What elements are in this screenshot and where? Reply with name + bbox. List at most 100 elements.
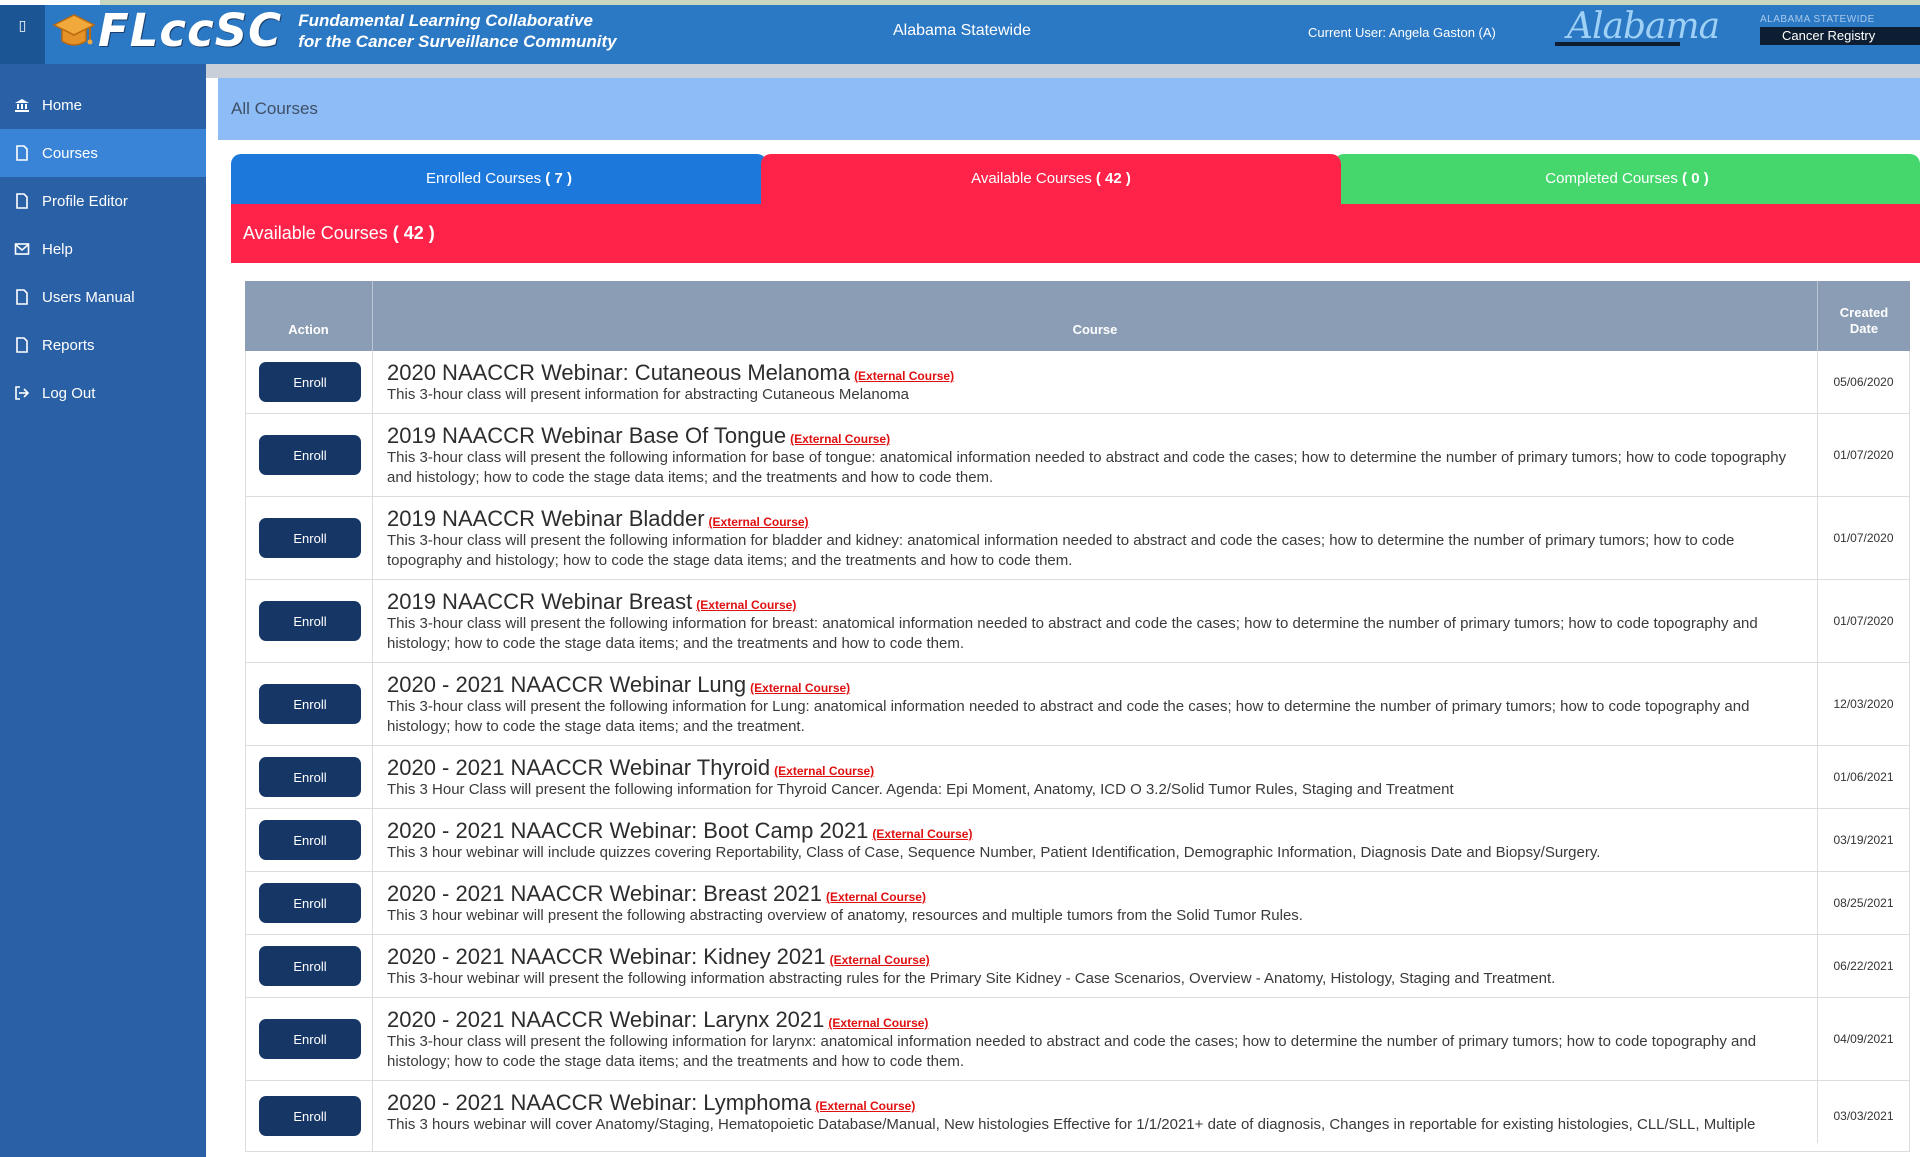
envelope-icon — [14, 243, 30, 255]
course-description: This 3-hour class will present the follo… — [387, 1033, 1757, 1070]
course-title: 2019 NAACCR Webinar Breast — [387, 589, 693, 614]
sidebar-item-label: Courses — [42, 144, 98, 162]
course-title: 2020 - 2021 NAACCR Webinar: Breast 2021 — [387, 881, 822, 906]
course-title: 2020 - 2021 NAACCR Webinar: Larynx 2021 — [387, 1007, 825, 1032]
bank-icon — [15, 99, 29, 112]
external-course-link[interactable]: (External Course) — [696, 598, 796, 612]
action-cell: Enroll — [245, 998, 373, 1080]
brand-name: FLccSC — [98, 4, 283, 57]
section-title: Available Courses ( 42 ) — [231, 204, 1920, 263]
course-cell: 2020 - 2021 NAACCR Webinar Lung (External… — [373, 663, 1818, 745]
enroll-button[interactable]: Enroll — [259, 757, 361, 797]
sidebar-item-profile-editor[interactable]: Profile Editor — [0, 177, 206, 225]
external-course-link[interactable]: (External Course) — [815, 1099, 915, 1113]
sidebar-item-reports[interactable]: Reports — [0, 321, 206, 369]
course-cell: 2019 NAACCR Webinar Base Of Tongue (Exter… — [373, 414, 1818, 496]
created-date: 12/03/2020 — [1818, 663, 1910, 745]
created-date: 01/07/2020 — [1818, 580, 1910, 662]
external-course-link[interactable]: (External Course) — [790, 432, 890, 446]
created-date: 04/09/2021 — [1818, 998, 1910, 1080]
tab-completed-courses[interactable]: Completed Courses ( 0 ) — [1334, 154, 1920, 204]
created-date: 01/07/2020 — [1818, 414, 1910, 496]
course-description: This 3-hour class will present the follo… — [387, 698, 1750, 735]
tab-available-courses[interactable]: Available Courses ( 42 ) — [761, 154, 1341, 204]
table-row: Enroll 2020 - 2021 NAACCR Webinar Thyroid… — [245, 746, 1910, 809]
created-date: 08/25/2021 — [1818, 872, 1910, 934]
external-course-link[interactable]: (External Course) — [872, 827, 972, 841]
menu-toggle-button[interactable]: ▯ — [0, 5, 45, 64]
course-cell: 2020 - 2021 NAACCR Webinar: Larynx 2021(… — [373, 998, 1818, 1080]
action-cell: Enroll — [245, 663, 373, 745]
sidebar-item-help[interactable]: Help — [0, 225, 206, 273]
site-logo[interactable]: FLccSC Fundamental Learning Collaborativ… — [52, 6, 617, 56]
column-header-created-date[interactable]: Created Date — [1818, 281, 1910, 351]
course-cell: 2020 - 2021 NAACCR Webinar: Boot Camp 20… — [373, 809, 1818, 871]
breadcrumb: All Courses — [218, 78, 1920, 140]
registry-logo: ALABAMA STATEWIDE Cancer Registry — [1760, 14, 1920, 45]
enroll-button[interactable]: Enroll — [259, 883, 361, 923]
column-header-action[interactable]: Action — [245, 281, 373, 351]
external-course-link[interactable]: (External Course) — [828, 1016, 928, 1030]
tab-enrolled-courses[interactable]: Enrolled Courses ( 7 ) — [231, 154, 767, 204]
action-cell: Enroll — [245, 351, 373, 413]
column-header-course[interactable]: Course — [373, 281, 1818, 351]
alabama-logo: Alabama — [1555, 6, 1720, 56]
external-course-link[interactable]: (External Course) — [774, 764, 874, 778]
table-row: Enroll 2020 NAACCR Webinar: Cutaneous Mel… — [245, 351, 1910, 414]
file-icon — [16, 145, 28, 161]
table-row: Enroll 2020 - 2021 NAACCR Webinar: Boot C… — [245, 809, 1910, 872]
course-cell: 2020 - 2021 NAACCR Webinar: Kidney 2021 (… — [373, 935, 1818, 997]
course-cell: 2020 NAACCR Webinar: Cutaneous Melanoma(… — [373, 351, 1818, 413]
sidebar-item-label: Log Out — [42, 384, 96, 402]
enroll-button[interactable]: Enroll — [259, 946, 361, 986]
sidebar-item-label: Help — [42, 240, 73, 258]
course-description: This 3 Hour Class will present the follo… — [387, 781, 1454, 798]
sidebar-item-home[interactable]: Home — [0, 81, 206, 129]
course-title: 2020 - 2021 NAACCR Webinar: Lymphoma — [387, 1090, 812, 1115]
sidebar-item-label: Reports — [42, 336, 95, 354]
main-content: All Courses Enrolled Courses ( 7 ) Compl… — [206, 64, 1920, 1157]
enroll-button[interactable]: Enroll — [259, 684, 361, 724]
external-course-link[interactable]: (External Course) — [826, 890, 926, 904]
course-description: This 3 hour webinar will include quizzes… — [387, 844, 1601, 861]
course-title: 2020 - 2021 NAACCR Webinar: Kidney 2021 — [387, 944, 826, 969]
course-cell: 2020 - 2021 NAACCR Webinar: Lymphoma (Ext… — [373, 1081, 1818, 1143]
external-course-link[interactable]: (External Course) — [709, 515, 809, 529]
sidebar-item-users-manual[interactable]: Users Manual — [0, 273, 206, 321]
created-date: 05/06/2020 — [1818, 351, 1910, 413]
menu-icon: ▯ — [18, 17, 27, 33]
course-title: 2019 NAACCR Webinar Bladder — [387, 506, 705, 531]
action-cell: Enroll — [245, 1081, 373, 1151]
enroll-button[interactable]: Enroll — [259, 518, 361, 558]
course-description: This 3-hour class will present the follo… — [387, 449, 1787, 486]
enroll-button[interactable]: Enroll — [259, 1019, 361, 1059]
sidebar-item-log-out[interactable]: Log Out — [0, 369, 206, 417]
table-row: Enroll 2019 NAACCR Webinar Breast (Externa… — [245, 580, 1910, 663]
created-date: 01/06/2021 — [1818, 746, 1910, 808]
enroll-button[interactable]: Enroll — [259, 601, 361, 641]
sidebar-item-courses[interactable]: Courses — [0, 129, 206, 177]
course-cell: 2020 - 2021 NAACCR Webinar: Breast 2021 (… — [373, 872, 1818, 934]
external-course-link[interactable]: (External Course) — [830, 953, 930, 967]
table-row: Enroll 2020 - 2021 NAACCR Webinar: Breast… — [245, 872, 1910, 935]
sidebar-item-label: Users Manual — [42, 288, 135, 306]
external-course-link[interactable]: (External Course) — [750, 681, 850, 695]
sidebar-item-label: Profile Editor — [42, 192, 128, 210]
external-course-link[interactable]: (External Course) — [854, 369, 954, 383]
course-title: 2020 NAACCR Webinar: Cutaneous Melanoma — [387, 360, 851, 385]
sign-out-icon — [15, 386, 30, 400]
enroll-button[interactable]: Enroll — [259, 1096, 361, 1136]
enroll-button[interactable]: Enroll — [259, 435, 361, 475]
enroll-button[interactable]: Enroll — [259, 362, 361, 402]
course-cell: 2019 NAACCR Webinar Breast (External Cour… — [373, 580, 1818, 662]
action-cell: Enroll — [245, 580, 373, 662]
content-top-bar — [206, 64, 1920, 78]
file-icon — [16, 289, 28, 305]
action-cell: Enroll — [245, 809, 373, 871]
course-description: This 3 hours webinar will cover Anatomy/… — [387, 1116, 1756, 1133]
top-header: ▯ FLccSC Fundamental Learning Collaborat… — [0, 0, 1920, 64]
enroll-button[interactable]: Enroll — [259, 820, 361, 860]
top-strip — [0, 0, 1920, 5]
table-row: Enroll 2020 - 2021 NAACCR Webinar: Kidney… — [245, 935, 1910, 998]
sidebar-item-label: Home — [42, 96, 83, 114]
